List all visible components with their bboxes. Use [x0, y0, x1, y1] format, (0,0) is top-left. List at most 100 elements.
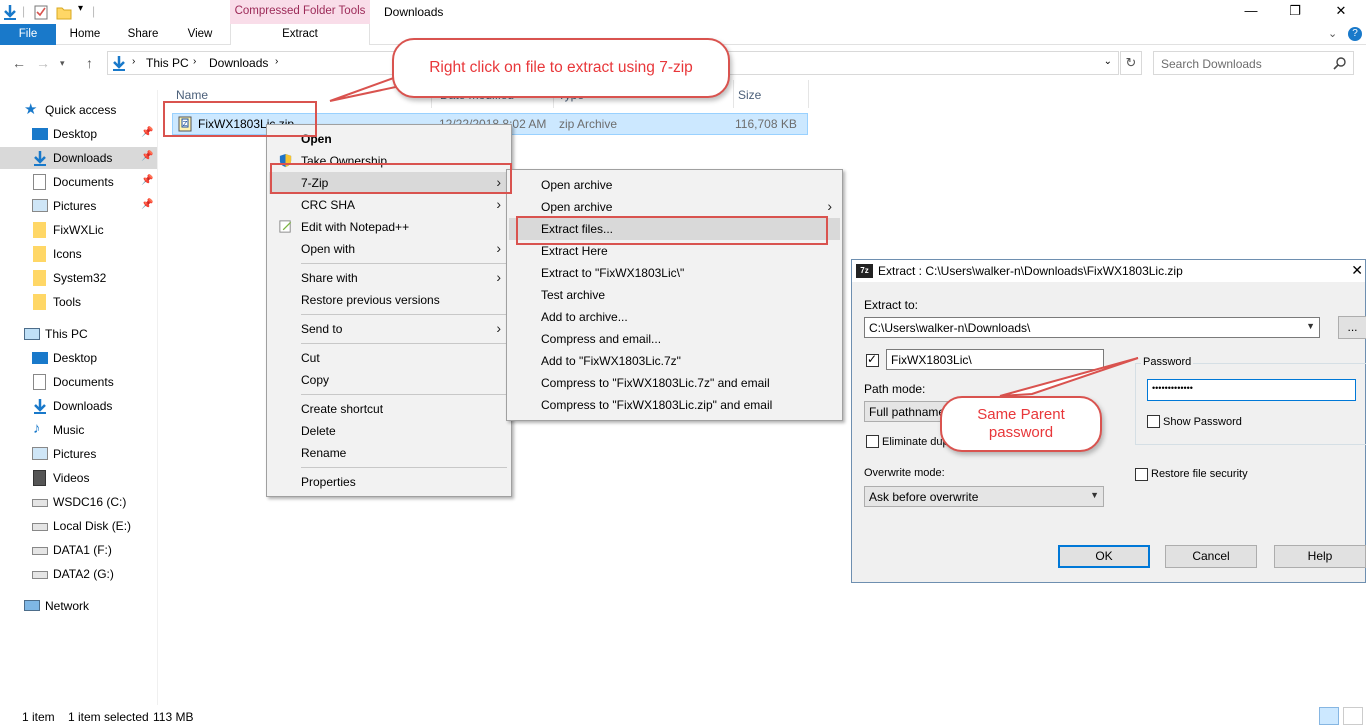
properties-icon[interactable]	[33, 4, 49, 20]
menu-label: Open archive	[541, 178, 613, 192]
address-history-icon[interactable]: ⌄	[1104, 56, 1112, 67]
nav-qa-tools[interactable]: Tools	[0, 291, 157, 313]
menu-item-delete[interactable]: Delete	[269, 420, 509, 442]
menu-item-crc-sha[interactable]: CRC SHA ›	[269, 194, 509, 216]
pin-icon[interactable]: 📌	[141, 175, 153, 186]
breadcrumb-chevron-icon[interactable]: ›	[132, 56, 135, 67]
up-icon[interactable]: ↑	[86, 55, 93, 71]
menu-item-create-shortcut[interactable]: Create shortcut	[269, 398, 509, 420]
password-input[interactable]: •••••••••••••	[1147, 379, 1356, 401]
help-icon[interactable]: ?	[1348, 27, 1362, 41]
nav-pc-videos[interactable]: Videos	[0, 467, 157, 489]
nav-qa-system32[interactable]: System32	[0, 267, 157, 289]
nav-pc-desktop[interactable]: Desktop	[0, 347, 157, 369]
cancel-button[interactable]: Cancel	[1165, 545, 1257, 568]
column-header-name[interactable]: Name	[176, 88, 208, 102]
menu-item-share-with[interactable]: Share with ›	[269, 267, 509, 289]
menu-item-add-to-7z[interactable]: Add to "FixWX1803Lic.7z"	[509, 350, 840, 372]
network-icon	[24, 600, 40, 611]
pin-icon[interactable]: 📌	[141, 199, 153, 210]
nav-pc-pictures[interactable]: Pictures	[0, 443, 157, 465]
nav-quick-access[interactable]: ★ Quick access	[0, 99, 157, 121]
menu-item-edit-notepad[interactable]: Edit with Notepad++	[269, 216, 509, 238]
new-folder-icon[interactable]	[56, 4, 72, 20]
menu-item-open-archive-sub[interactable]: Open archive ›	[509, 196, 840, 218]
nav-pc-music[interactable]: ♪ Music	[0, 419, 157, 441]
menu-item-compress-email[interactable]: Compress and email...	[509, 328, 840, 350]
expand-ribbon-icon[interactable]: ⌄	[1328, 27, 1337, 40]
details-view-icon[interactable]	[1319, 707, 1339, 725]
nav-network[interactable]: Network	[0, 595, 157, 617]
show-password-checkbox[interactable]	[1147, 415, 1160, 428]
help-button[interactable]: Help	[1274, 545, 1366, 568]
pin-icon[interactable]: 📌	[141, 127, 153, 138]
column-header-size[interactable]: Size	[738, 88, 761, 102]
nav-pc-drive-e[interactable]: Local Disk (E:)	[0, 515, 157, 537]
menu-item-compress-zip-email[interactable]: Compress to "FixWX1803Lic.zip" and email	[509, 394, 840, 416]
back-icon[interactable]: ←	[12, 55, 26, 71]
nav-label: Tools	[53, 295, 82, 309]
subfolder-checkbox[interactable]: ✓	[866, 352, 879, 367]
overwrite-mode-select[interactable]: Ask before overwrite ▼	[864, 486, 1104, 507]
menu-item-compress-7z-email[interactable]: Compress to "FixWX1803Lic.7z" and email	[509, 372, 840, 394]
menu-item-add-to-archive[interactable]: Add to archive...	[509, 306, 840, 328]
menu-item-take-ownership[interactable]: Take Ownership	[269, 150, 509, 172]
column-divider[interactable]	[808, 80, 809, 108]
close-button[interactable]: ✕	[1318, 0, 1364, 24]
menu-item-extract-files[interactable]: Extract files...	[509, 218, 840, 240]
maximize-button[interactable]: ❐	[1272, 0, 1318, 24]
tab-view[interactable]: View	[172, 24, 228, 45]
nav-qa-fixwxlic[interactable]: FixWXLic	[0, 219, 157, 241]
menu-item-open[interactable]: Open	[269, 128, 509, 150]
menu-item-cut[interactable]: Cut	[269, 347, 509, 369]
ok-button[interactable]: OK	[1058, 545, 1150, 568]
recent-locations-icon[interactable]: ▾	[60, 58, 65, 69]
nav-pc-downloads[interactable]: Downloads	[0, 395, 157, 417]
nav-qa-icons[interactable]: Icons	[0, 243, 157, 265]
menu-item-copy[interactable]: Copy	[269, 369, 509, 391]
breadcrumb-downloads[interactable]: Downloads	[209, 56, 268, 70]
nav-pc-documents[interactable]: Documents	[0, 371, 157, 393]
downloads-arrow-icon[interactable]	[2, 4, 18, 20]
tab-home[interactable]: Home	[56, 24, 114, 45]
menu-item-rename[interactable]: Rename	[269, 442, 509, 464]
customize-qa-icon[interactable]: ▾	[78, 3, 83, 14]
menu-item-send-to[interactable]: Send to ›	[269, 318, 509, 340]
forward-icon[interactable]: →	[36, 55, 50, 71]
dialog-close-icon[interactable]: ✕	[1351, 262, 1363, 279]
nav-pc-drive-c[interactable]: WSDC16 (C:)	[0, 491, 157, 513]
menu-item-open-archive[interactable]: Open archive	[509, 174, 840, 196]
breadcrumb-chevron-icon[interactable]: ›	[193, 56, 196, 67]
browse-button[interactable]: ...	[1338, 316, 1366, 339]
nav-pc-drive-g[interactable]: DATA2 (G:)	[0, 563, 157, 585]
menu-item-open-with[interactable]: Open with ›	[269, 238, 509, 260]
menu-item-test-archive[interactable]: Test archive	[509, 284, 840, 306]
subfolder-field[interactable]: FixWX1803Lic\	[886, 349, 1104, 370]
nav-qa-downloads[interactable]: Downloads 📌	[0, 147, 157, 169]
nav-qa-desktop[interactable]: Desktop 📌	[0, 123, 157, 145]
restore-security-checkbox[interactable]	[1135, 468, 1148, 481]
menu-item-7zip[interactable]: 7-Zip ›	[269, 172, 509, 194]
menu-item-extract-to-folder[interactable]: Extract to "FixWX1803Lic\"	[509, 262, 840, 284]
menu-item-properties[interactable]: Properties	[269, 471, 509, 493]
nav-qa-documents[interactable]: Documents 📌	[0, 171, 157, 193]
qa-separator: |	[22, 4, 26, 18]
extract-to-field[interactable]: C:\Users\walker-n\Downloads\ ▼	[864, 317, 1320, 338]
refresh-button[interactable]: ↻	[1120, 51, 1142, 75]
tab-share[interactable]: Share	[114, 24, 172, 45]
menu-item-extract-here[interactable]: Extract Here	[509, 240, 840, 262]
nav-pc-drive-f[interactable]: DATA1 (F:)	[0, 539, 157, 561]
pin-icon[interactable]: 📌	[141, 151, 153, 162]
minimize-button[interactable]: —	[1228, 0, 1274, 24]
menu-item-restore-versions[interactable]: Restore previous versions	[269, 289, 509, 311]
large-icons-view-icon[interactable]	[1343, 707, 1363, 725]
column-divider[interactable]	[733, 80, 734, 108]
tab-file[interactable]: File	[0, 24, 56, 45]
nav-this-pc[interactable]: This PC	[0, 323, 157, 345]
search-input[interactable]: Search Downloads	[1153, 51, 1354, 75]
nav-qa-pictures[interactable]: Pictures 📌	[0, 195, 157, 217]
breadcrumb-this-pc[interactable]: This PC	[146, 56, 189, 70]
breadcrumb-chevron-icon[interactable]: ›	[275, 56, 278, 67]
eliminate-dup-checkbox[interactable]	[866, 435, 879, 448]
tab-extract[interactable]: Extract	[230, 24, 370, 45]
